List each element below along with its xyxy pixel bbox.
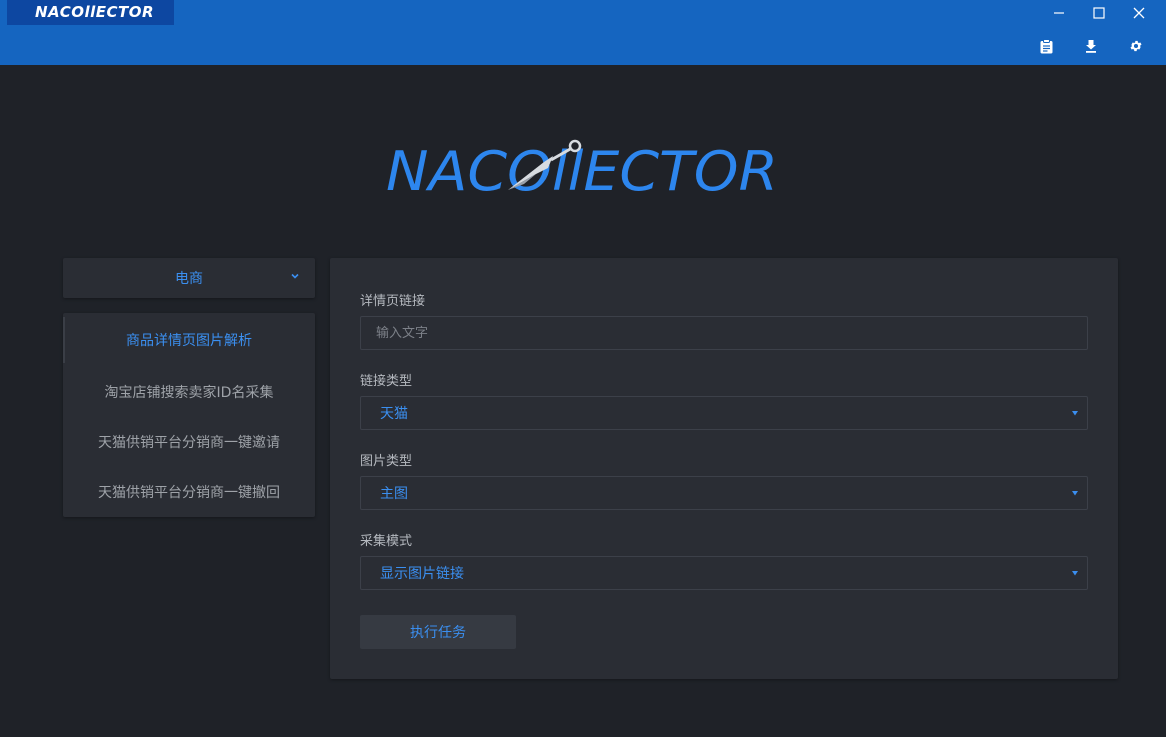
clipboard-button[interactable] — [1036, 36, 1056, 56]
sidebar-item-label: 淘宝店铺搜索卖家ID名采集 — [104, 385, 274, 401]
task-form-panel: 详情页链接 链接类型 天猫 图片类型 主图 采集模式 显示图片链接 执行任务 — [330, 258, 1118, 679]
app-title-badge: NACOllECTOR — [7, 0, 174, 25]
link-type-label: 链接类型 — [360, 374, 413, 389]
caret-down-icon — [1072, 411, 1078, 416]
collect-mode-label: 采集模式 — [360, 534, 413, 549]
collect-mode-select[interactable]: 显示图片链接 — [360, 556, 1088, 590]
title-bar: NACOllECTOR — [0, 0, 1166, 65]
caret-down-icon — [1072, 491, 1078, 496]
image-type-label: 图片类型 — [360, 454, 413, 469]
sidebar-item-tmall-distributor-invite[interactable]: 天猫供销平台分销商一键邀请 — [63, 417, 315, 467]
download-button[interactable] — [1081, 36, 1101, 56]
image-type-select[interactable]: 主图 — [360, 476, 1088, 510]
app-logo: NACOllECTOR — [386, 138, 781, 203]
sidebar-item-label: 天猫供销平台分销商一键撤回 — [98, 485, 280, 501]
sidebar-item-detail-image-parse[interactable]: 商品详情页图片解析 — [63, 313, 315, 367]
maximize-button[interactable] — [1088, 2, 1110, 24]
category-dropdown[interactable]: 电商 — [63, 258, 315, 298]
category-label: 电商 — [175, 271, 203, 287]
detail-link-input[interactable] — [360, 316, 1088, 350]
settings-button[interactable] — [1126, 36, 1146, 56]
sidebar-item-taobao-seller-collect[interactable]: 淘宝店铺搜索卖家ID名采集 — [63, 367, 315, 417]
minimize-button[interactable] — [1048, 2, 1070, 24]
link-type-value: 天猫 — [380, 406, 408, 422]
chevron-down-icon — [291, 273, 299, 279]
sidebar-item-label: 商品详情页图片解析 — [126, 333, 252, 349]
caret-down-icon — [1072, 571, 1078, 576]
link-type-select[interactable]: 天猫 — [360, 396, 1088, 430]
minimize-icon — [1054, 12, 1064, 14]
run-task-button[interactable]: 执行任务 — [360, 615, 516, 649]
image-type-value: 主图 — [380, 486, 408, 502]
detail-link-label: 详情页链接 — [360, 294, 426, 309]
sidebar-item-label: 天猫供销平台分销商一键邀请 — [98, 435, 280, 451]
maximize-icon — [1093, 7, 1105, 19]
logo-graphic: NACOllECTOR — [386, 139, 778, 203]
close-icon — [1133, 7, 1145, 19]
download-icon — [1086, 39, 1096, 53]
sidebar-item-tmall-distributor-revoke[interactable]: 天猫供销平台分销商一键撤回 — [63, 467, 315, 517]
clipboard-icon — [1040, 38, 1052, 53]
gear-icon — [1130, 40, 1142, 52]
close-button[interactable] — [1128, 2, 1150, 24]
sidebar-menu: 商品详情页图片解析 淘宝店铺搜索卖家ID名采集 天猫供销平台分销商一键邀请 天猫… — [63, 313, 315, 517]
logo-text: NACOllECTOR — [386, 140, 778, 198]
collect-mode-value: 显示图片链接 — [380, 566, 464, 582]
